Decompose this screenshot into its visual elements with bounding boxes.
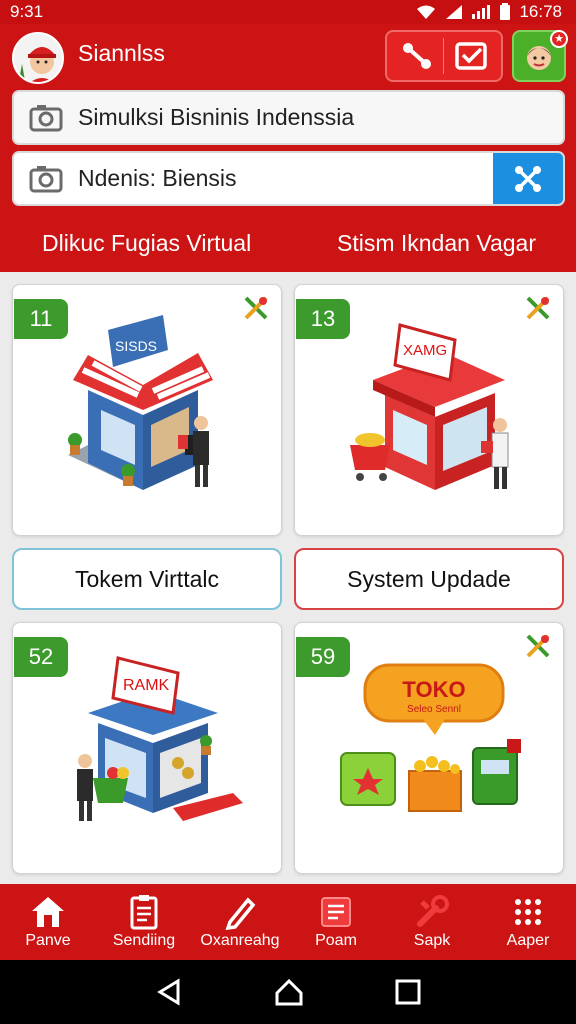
store-sign-2: XAMG [403, 342, 447, 359]
nav-item-aaper[interactable]: Aaper [480, 884, 576, 960]
home-icon [32, 897, 64, 927]
category-tabs: Dlikuc Fugias Virtual Stism Ikndan Vagar [0, 226, 576, 261]
recents-icon[interactable] [394, 978, 422, 1006]
scan-icon [515, 165, 541, 192]
pencil-icon [225, 897, 256, 930]
virtual-token-button[interactable]: Tokem Virttalc [12, 548, 282, 610]
document-icon [130, 895, 158, 930]
header-action-group [385, 30, 503, 82]
camera-icon[interactable] [14, 104, 78, 132]
app-title: Siannlss [78, 40, 165, 66]
nav-item-poam[interactable]: Poam [288, 884, 384, 960]
main-content: SISDS 11 XAMG 13 Tokem Virttalc System U… [0, 272, 576, 884]
nav-label-sapk: Sapk [413, 932, 451, 949]
app-header: Siannlss ★ Simulksi Bisninis Indenssia N… [0, 24, 576, 272]
toko-bubble-title: TOKO [402, 677, 465, 702]
store-card-1[interactable]: SISDS 11 [12, 284, 282, 536]
avatar[interactable] [12, 32, 64, 84]
status-time-left: 9:31 [10, 2, 44, 21]
store-card-2[interactable]: XAMG 13 [294, 284, 564, 536]
tab-system[interactable]: Stism Ikndan Vagar [337, 226, 536, 261]
card-number-badge: 13 [296, 299, 350, 339]
nav-item-sending[interactable]: Sendiing [96, 884, 192, 960]
apps-grid-icon [515, 899, 541, 925]
card-number-badge: 59 [296, 637, 350, 677]
nav-label-home: Panve [25, 932, 71, 949]
status-bar: 9:31 16:78 [0, 0, 576, 24]
nav-item-home[interactable]: Panve [0, 884, 96, 960]
tab-virtual[interactable]: Dlikuc Fugias Virtual [42, 226, 251, 261]
card-number-badge: 11 [14, 299, 68, 339]
bottom-navigation: Panve Sendiing Oxanreahg Poam Sapk Aaper [0, 884, 576, 960]
status-time-right: 16:78 [519, 2, 562, 21]
store-card-4[interactable]: TOKO Seleo Sennl 59 [294, 622, 564, 874]
inbox-button[interactable] [453, 38, 489, 74]
profile-button[interactable]: ★ [512, 30, 568, 82]
folder-icon [321, 897, 351, 927]
notification-star-icon: ★ [550, 30, 568, 48]
store-card-3[interactable]: RAMK 52 [12, 622, 282, 874]
signal-icon [446, 5, 463, 19]
nav-label-aaper: Aaper [506, 932, 550, 949]
system-update-button[interactable]: System Updade [294, 548, 564, 610]
battery-icon [500, 3, 511, 20]
home-button-icon[interactable] [273, 977, 305, 1007]
signal-bars-icon [472, 5, 491, 19]
tools-icon[interactable] [523, 631, 553, 661]
tools-icon[interactable] [241, 293, 271, 323]
search-bar-secondary[interactable] [12, 151, 565, 206]
nav-item-sapk[interactable]: Sapk [384, 884, 480, 960]
system-navigation-bar [0, 960, 576, 1024]
nav-label-poam: Poam [315, 932, 357, 949]
wrench-icon [417, 895, 449, 927]
back-icon[interactable] [154, 977, 184, 1007]
share-icon [403, 43, 432, 69]
tools-icon[interactable] [523, 293, 553, 323]
nav-item-oxanreahg[interactable]: Oxanreahg [192, 884, 288, 960]
search-bar-primary[interactable] [12, 90, 565, 145]
scan-button[interactable] [493, 153, 563, 204]
toko-bubble-subtitle: Seleo Sennl [407, 704, 461, 715]
search-input-primary[interactable] [78, 104, 488, 131]
inbox-check-icon [455, 42, 487, 70]
store-sign-1: SISDS [115, 338, 157, 354]
nav-label-oxanreahg: Oxanreahg [200, 932, 280, 949]
share-button[interactable] [399, 38, 435, 74]
nav-label-sending: Sendiing [112, 932, 176, 949]
card-number-badge: 52 [14, 637, 68, 677]
store-sign-3: RAMK [123, 677, 170, 694]
search-input-secondary[interactable] [78, 165, 498, 192]
wifi-icon [417, 5, 436, 19]
header-divider [443, 38, 445, 74]
camera-icon[interactable] [14, 165, 78, 193]
